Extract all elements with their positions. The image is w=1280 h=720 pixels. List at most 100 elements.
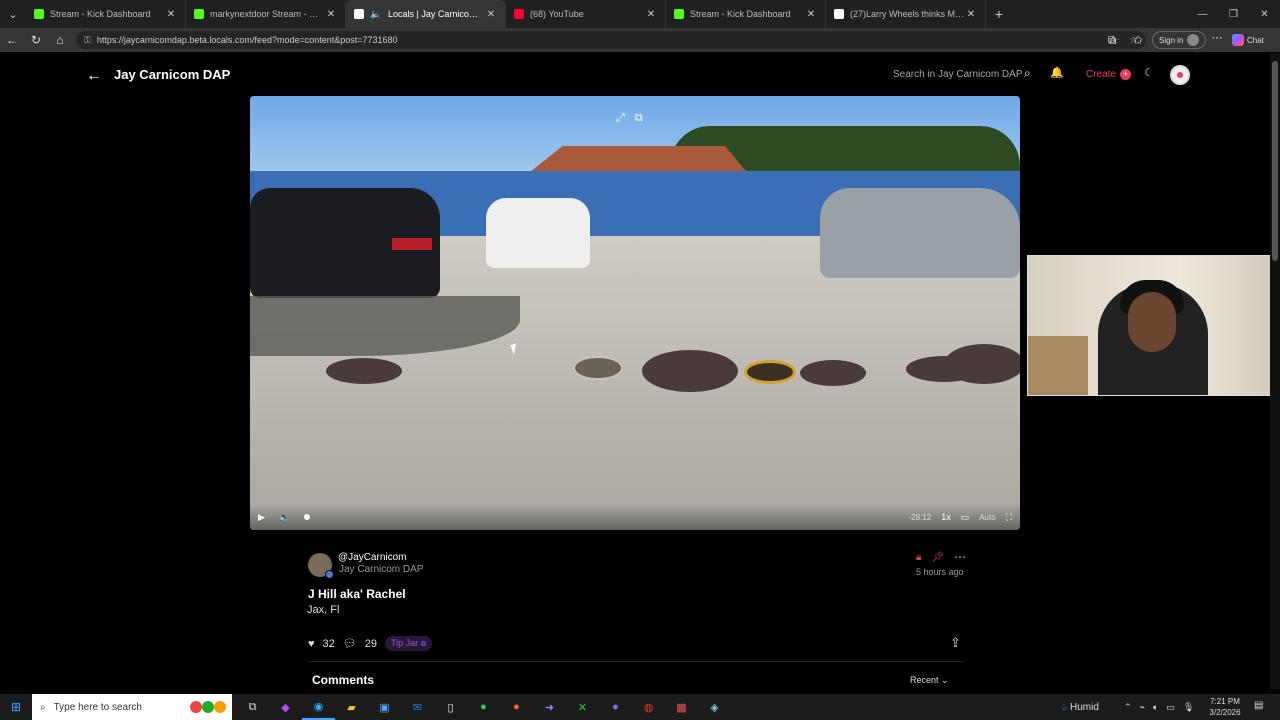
address-bar[interactable]: ⚿ https://jaycarnicomdap.beta.locals.com… <box>76 31 1146 49</box>
webcam-overlay <box>1027 255 1270 396</box>
like-heart-icon[interactable]: ♥ <box>308 638 315 650</box>
share-icon[interactable]: ⇪ <box>950 635 961 651</box>
close-tab-icon[interactable]: ✕ <box>325 9 337 20</box>
scrollbar-thumb[interactable] <box>1272 61 1278 261</box>
tab-actions-menu-icon[interactable]: ⌄ <box>0 0 26 28</box>
close-tab-icon[interactable]: ✕ <box>165 9 177 20</box>
theater-mode-icon[interactable]: ▭ <box>961 512 970 523</box>
outlook-icon[interactable]: ✉ <box>401 694 434 720</box>
notifications-icon[interactable]: ▤ <box>1254 700 1263 711</box>
notifications-bell-icon[interactable]: 🔔 <box>1050 66 1064 79</box>
close-tab-icon[interactable]: ✕ <box>965 9 977 20</box>
discord-icon[interactable]: ● <box>599 694 632 720</box>
document-icon[interactable]: ▯ <box>434 694 467 720</box>
extensions-icon[interactable]: ⧉ <box>1100 28 1124 52</box>
close-tab-icon[interactable]: ✕ <box>645 9 657 20</box>
tip-jar-button[interactable]: Tip Jar ⧇ <box>385 636 433 651</box>
browser-menu-icon[interactable]: ⋯ <box>1208 31 1226 49</box>
seek-handle[interactable] <box>304 514 311 520</box>
new-tab-icon[interactable]: + <box>986 0 1012 28</box>
author-channel: Jay Carnicom DAP <box>339 564 424 575</box>
weather-widget[interactable]: 💧︎ Humid <box>1062 694 1099 720</box>
tab-tiktok[interactable]: (27)Larry Wheels thinks Marky ha ✕ <box>826 0 986 28</box>
search-highlight-icon <box>190 701 226 713</box>
comment-bubble-icon[interactable]: 💬︎ <box>343 637 357 650</box>
search-icon[interactable]: ⌕ <box>1024 66 1031 81</box>
store-icon[interactable]: ▣ <box>368 694 401 720</box>
video-frame-manhole <box>326 358 402 384</box>
network-icon[interactable]: ⌁ <box>1140 702 1145 713</box>
divider <box>308 661 964 662</box>
task-view-icon[interactable]: ⧉ <box>236 694 269 720</box>
tiktok-favicon-icon <box>834 9 844 19</box>
mic-icon[interactable]: 🎙︎ <box>1183 702 1194 713</box>
create-label: Create <box>1086 69 1117 80</box>
site-info-icon[interactable]: ⚿ <box>84 35 91 46</box>
author-handle[interactable]: @JayCarnicom <box>338 552 407 563</box>
tab-youtube[interactable]: (68) YouTube ✕ <box>506 0 666 28</box>
tab-kick-dashboard-2[interactable]: Stream - Kick Dashboard ✕ <box>666 0 826 28</box>
tab-title: markynextdoor Stream - Watch L <box>210 9 325 19</box>
community-search-input[interactable]: Search in Jay Carnicom DAP <box>893 69 1023 80</box>
plus-icon: + <box>1120 69 1132 80</box>
tip-jar-label: Tip Jar <box>391 638 419 648</box>
audio-playing-icon[interactable]: 🔈 <box>370 9 382 19</box>
close-tab-icon[interactable]: ✕ <box>485 9 497 20</box>
restore-icon[interactable]: ❐ <box>1218 0 1249 28</box>
comment-count: 29 <box>364 637 377 650</box>
post-more-icon[interactable]: ⋯ <box>954 551 966 563</box>
volume-icon[interactable]: 🔈︎ <box>1153 702 1158 713</box>
start-windows-icon[interactable]: ⊞ <box>0 694 32 720</box>
dark-mode-moon-icon[interactable]: ☾ <box>1144 66 1154 79</box>
clock-time: 7:21 PM <box>1210 697 1240 706</box>
favorites-icon[interactable]: ✩ <box>1126 28 1150 52</box>
tab-locals-active[interactable]: 🔈 Locals | Jay Carnicom DAP ✕ <box>346 0 506 28</box>
file-explorer-icon[interactable]: ▰ <box>335 694 368 720</box>
battery-icon[interactable]: ▭ <box>1166 702 1175 713</box>
locals-favicon-icon <box>354 9 364 19</box>
chevron-up-icon[interactable]: ⌃ <box>1124 702 1132 713</box>
post-tools: 🔒︎ 📌︎ ⋯ <box>916 551 966 563</box>
minimize-icon[interactable]: — <box>1187 0 1218 28</box>
app-arrow-icon[interactable]: ➜ <box>533 694 566 720</box>
copilot-icon <box>1232 34 1244 46</box>
chat-label: Chat <box>1247 35 1264 45</box>
home-icon[interactable]: ⌂ <box>48 28 72 52</box>
comment-sort-dropdown[interactable]: Recent ⌄ <box>910 675 949 686</box>
video-player[interactable]: ⤢ ⧉ ▶ 🔈 -28:12 1x ▭ Auto ⛶ <box>250 96 1020 530</box>
taskbar-apps: ⧉ ◆ ◉ ▰ ▣ ✉ ▯ ● ● ➜ ✕ ● ◍ ▩ ◈ <box>236 694 731 720</box>
play-icon[interactable]: ▶ <box>258 512 265 523</box>
xbox-icon[interactable]: ✕ <box>566 694 599 720</box>
taskbar-search-box[interactable]: ⌕ Type here to search <box>32 694 232 720</box>
copilot-chat-button[interactable]: Chat <box>1232 31 1264 49</box>
volume-icon[interactable]: 🔈 <box>279 512 290 523</box>
cast-icon[interactable]: ⧉ <box>635 112 643 125</box>
close-window-icon[interactable]: ✕ <box>1249 0 1280 28</box>
browser-tab-strip: ⌄ Stream - Kick Dashboard ✕ markynextdoo… <box>0 0 1280 28</box>
app-orange-icon[interactable]: ● <box>500 694 533 720</box>
tab-kick-dashboard-1[interactable]: Stream - Kick Dashboard ✕ <box>26 0 186 28</box>
quality-button[interactable]: Auto <box>979 513 995 522</box>
back-arrow-icon[interactable]: ← <box>86 67 102 85</box>
spotify-icon[interactable]: ● <box>467 694 500 720</box>
pip-icon[interactable]: ⤢ <box>616 112 625 125</box>
sign-in-button[interactable]: Sign in <box>1152 31 1207 49</box>
app-blue-icon[interactable]: ◈ <box>698 694 731 720</box>
page-scrollbar[interactable] <box>1270 53 1280 689</box>
app-image-icon[interactable]: ▩ <box>665 694 698 720</box>
close-tab-icon[interactable]: ✕ <box>805 9 817 20</box>
user-avatar[interactable] <box>1170 65 1190 85</box>
taskbar-clock[interactable]: 7:21 PM 3/2/2026 <box>1200 696 1250 718</box>
app-red-icon[interactable]: ◍ <box>632 694 665 720</box>
fullscreen-icon[interactable]: ⛶ <box>1006 512 1012 523</box>
author-avatar[interactable] <box>308 553 334 579</box>
edge-icon[interactable]: ◉ <box>302 694 335 720</box>
reload-icon[interactable]: ↻ <box>24 28 48 52</box>
playback-speed-button[interactable]: 1x <box>941 512 951 522</box>
tab-markynextdoor[interactable]: markynextdoor Stream - Watch L ✕ <box>186 0 346 28</box>
video-frame-manhole <box>800 360 866 386</box>
create-button[interactable]: Create + <box>1086 69 1132 80</box>
back-icon[interactable]: ← <box>0 28 24 52</box>
tab-title: (27)Larry Wheels thinks Marky ha <box>850 9 965 19</box>
copilot-app-icon[interactable]: ◆ <box>269 694 302 720</box>
